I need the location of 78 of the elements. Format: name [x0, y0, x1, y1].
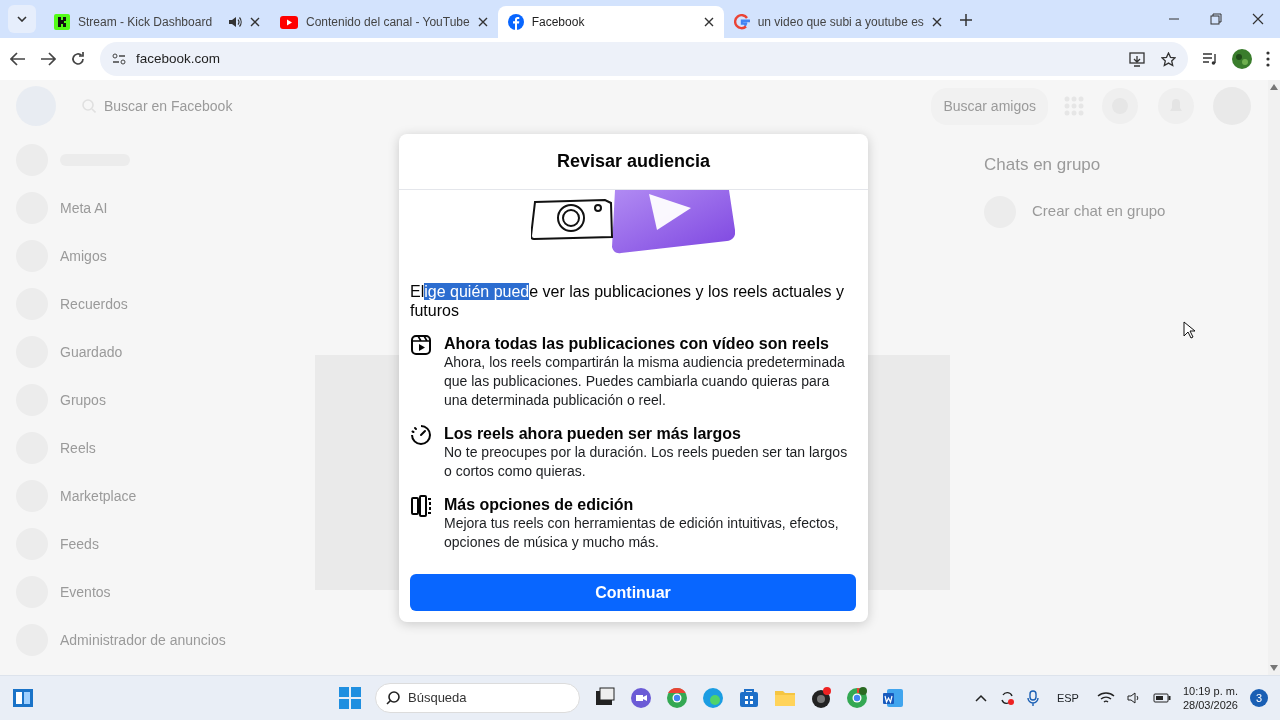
close-icon[interactable] — [250, 17, 260, 27]
chrome-icon[interactable] — [846, 687, 868, 709]
sidebar-item[interactable]: Grupos — [16, 382, 284, 418]
scroll-up-icon[interactable] — [1270, 84, 1278, 90]
continue-button[interactable]: Continuar — [410, 574, 856, 611]
tab-title: Stream - Kick Dashboard — [78, 14, 214, 31]
battery-icon[interactable] — [1152, 693, 1171, 703]
sidebar-item[interactable]: Administrador de anuncios — [16, 622, 284, 658]
chevron-up-icon[interactable] — [974, 694, 987, 702]
reel-icon — [410, 334, 432, 356]
kick-icon — [54, 14, 70, 30]
notification-count[interactable]: 3 — [1250, 689, 1268, 707]
site-settings-icon[interactable] — [112, 53, 126, 65]
facebook-icon — [507, 14, 524, 30]
youtube-icon — [280, 15, 298, 29]
feature-title: Los reels ahora pueden ser más largos — [444, 424, 742, 443]
chrome-icon[interactable] — [666, 687, 688, 709]
obs-icon[interactable] — [810, 687, 832, 709]
google-icon — [733, 14, 750, 30]
widgets-icon[interactable] — [12, 688, 34, 708]
taskbar-search[interactable]: Búsqueda — [375, 683, 580, 713]
sidebar-item[interactable]: Meta AI — [16, 190, 284, 226]
windows-start-icon[interactable] — [339, 687, 361, 709]
feature-description: Ahora, los reels compartirán la misma audiencia predeterminada que las publicaciones. Puedes cambiarla cuando quieras para una determinada publicación o reel. — [444, 353, 846, 410]
section-title: Chats en grupo — [984, 154, 1102, 176]
tab-title: Facebook — [531, 14, 586, 31]
forward-icon[interactable] — [40, 52, 56, 66]
media-controls-icon[interactable] — [1202, 52, 1218, 66]
star-icon[interactable] — [1161, 51, 1176, 67]
wifi-icon[interactable] — [1096, 691, 1115, 705]
sync-icon[interactable] — [998, 690, 1015, 706]
feature-title: Más opciones de edición — [444, 495, 635, 514]
sidebar-item[interactable]: Eventos — [16, 574, 284, 610]
tab-list-button[interactable] — [8, 5, 36, 33]
clock[interactable]: 10:19 p. m. 28/03/2026 — [1182, 684, 1238, 712]
browser-tab[interactable]: Facebook — [497, 6, 724, 38]
store-icon[interactable] — [738, 687, 760, 709]
clips-icon — [410, 495, 432, 517]
sidebar-item[interactable]: Marketplace — [16, 478, 284, 514]
tab-title: un video que subi a youtube es — [757, 14, 924, 31]
sidebar-item[interactable]: Reels — [16, 430, 284, 466]
reload-icon[interactable] — [70, 51, 86, 67]
close-icon[interactable] — [1252, 13, 1264, 25]
search-field[interactable]: Buscar en Facebook — [70, 87, 300, 125]
chevron-down-icon — [17, 16, 27, 22]
search-icon — [386, 691, 400, 705]
sidebar-item[interactable]: Recuerdos — [16, 286, 284, 322]
close-icon[interactable] — [477, 17, 488, 27]
feature-title: Ahora todas las publicaciones con vídeo son reels — [444, 334, 830, 353]
scroll-down-icon[interactable] — [1270, 665, 1278, 671]
create-group-chat-item[interactable]: Crear chat en grupo — [984, 195, 1252, 228]
sidebar-item[interactable]: Feeds — [16, 526, 284, 562]
feature-description: No te preocupes por la duración. Los reels pueden ser tan largos o cortos como quieras. — [444, 443, 849, 481]
close-icon[interactable] — [703, 17, 714, 27]
volume-icon[interactable] — [1126, 692, 1141, 704]
address-bar[interactable]: facebook.com — [100, 42, 1188, 76]
browser-tab[interactable]: Stream - Kick Dashboard — [44, 6, 270, 38]
close-icon[interactable] — [931, 17, 942, 27]
sidebar-item[interactable]: Amigos — [16, 238, 284, 274]
intro-text: Elige quién puede ver las publicaciones y los reels actuales y futuros — [410, 282, 846, 320]
feature-description: Mejora tus reels con herramientas de edición intuitivas, efectos, opciones de música y mucho más. — [444, 514, 840, 552]
new-tab-icon[interactable] — [959, 13, 972, 26]
timer-icon — [410, 424, 432, 446]
browser-tab[interactable]: Contenido del canal - YouTube — [270, 6, 498, 38]
language-indicator[interactable]: ESP — [1056, 689, 1079, 707]
microphone-icon[interactable] — [1026, 690, 1039, 706]
back-icon[interactable] — [10, 52, 26, 66]
word-icon[interactable] — [882, 687, 904, 709]
find-friends-button[interactable]: Buscar amigos — [931, 87, 1048, 125]
restore-icon[interactable] — [1210, 13, 1222, 25]
menu-icon[interactable] — [1266, 51, 1270, 67]
browser-tab[interactable]: un video que subi a youtube es — [723, 6, 952, 38]
install-icon[interactable] — [1129, 51, 1145, 67]
tab-title: Contenido del canal - YouTube — [306, 14, 470, 31]
profile-avatar[interactable] — [1232, 49, 1252, 69]
mouse-cursor — [1183, 320, 1195, 339]
sidebar-item[interactable]: Guardado — [16, 334, 284, 370]
video-call-icon[interactable] — [630, 687, 652, 709]
